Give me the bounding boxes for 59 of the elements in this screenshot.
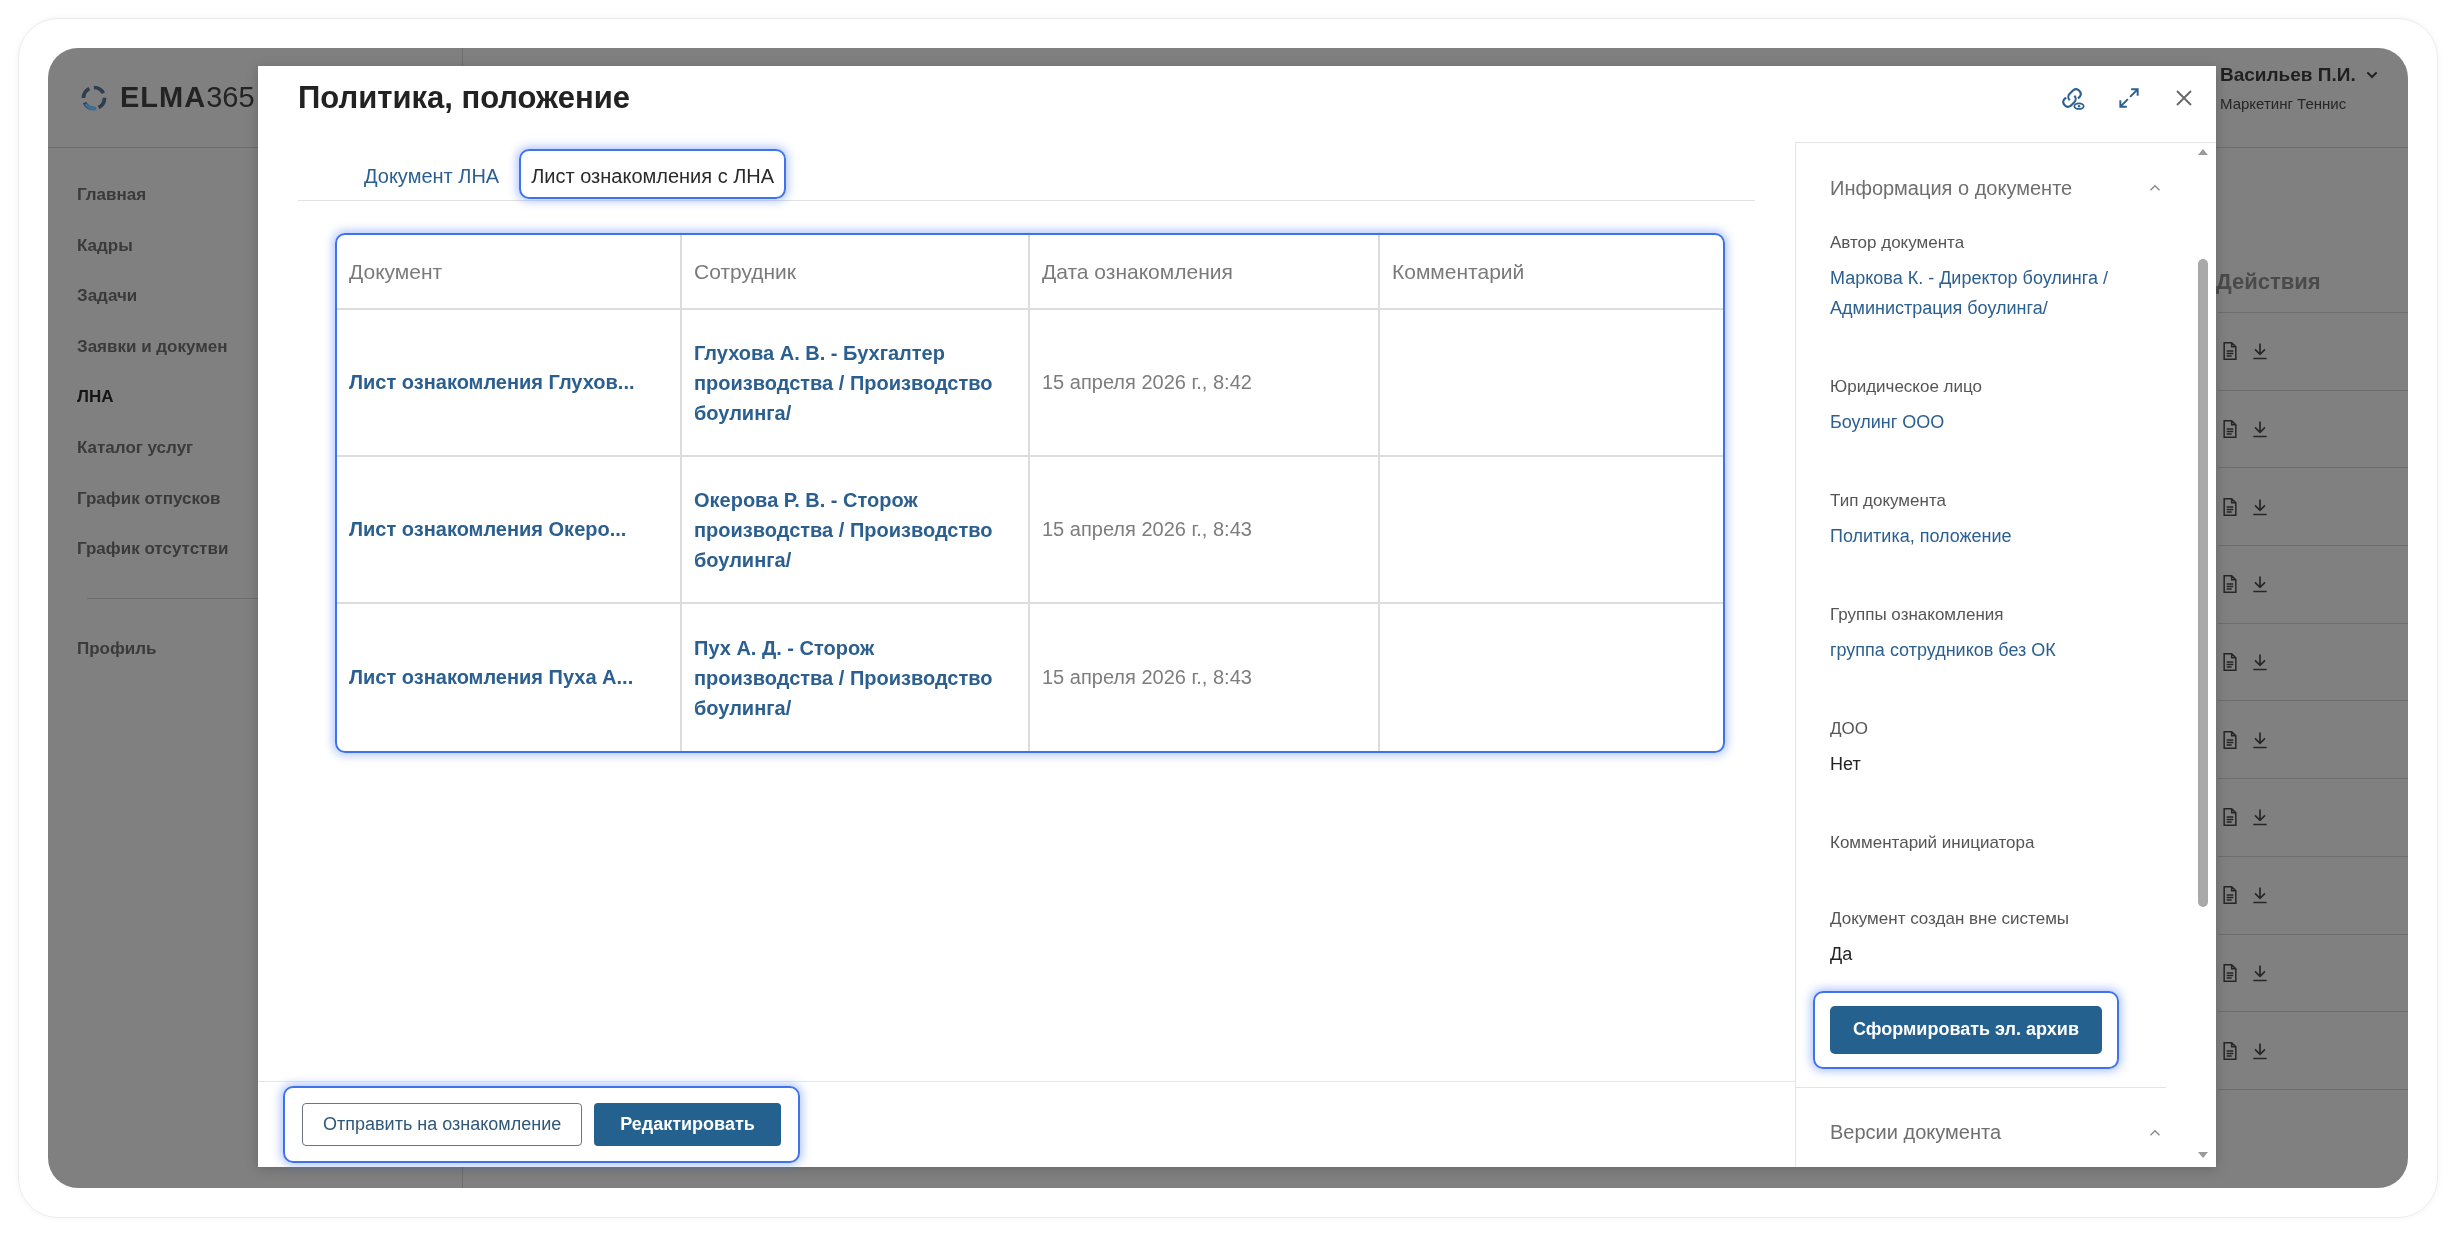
scrollbar-thumb[interactable] — [2198, 259, 2208, 907]
column-header[interactable]: Дата ознакомления — [1042, 259, 1233, 284]
employee-link[interactable]: Глухова А. В. - Бухгалтер производства / Производство боулинга/ — [694, 337, 994, 428]
nav-item[interactable]: Заявки и докумен — [77, 321, 228, 373]
section-title[interactable]: Информация о документе — [1830, 176, 2073, 200]
document-icon[interactable] — [2220, 418, 2240, 441]
document-icon[interactable] — [2220, 651, 2240, 674]
employee-link[interactable]: Пух А. Д. - Сторож производства / Производство боулинга/ — [694, 632, 994, 723]
field-label: ДОО — [1830, 718, 1869, 740]
column-header[interactable]: Сотрудник — [694, 259, 797, 284]
nav-item[interactable]: Кадры — [77, 220, 133, 272]
field-link[interactable]: Маркова К. - Директор боулинга / Администрация боулинга/ — [1830, 263, 2150, 323]
logo-icon — [80, 83, 108, 112]
document-icon[interactable] — [2220, 573, 2240, 596]
document-icon[interactable] — [2220, 340, 2240, 363]
nav-item[interactable]: График отсутстви — [77, 524, 229, 575]
field-label: Юридическое лицо — [1830, 376, 1984, 398]
archive-button[interactable]: Сформировать эл. архив — [1830, 1005, 2102, 1054]
document-icon[interactable] — [2220, 961, 2240, 984]
field-value: Да — [1830, 943, 1854, 966]
edit-button[interactable]: Редактировать — [594, 1103, 781, 1146]
send-button[interactable]: Отправить на ознакомление — [302, 1103, 583, 1146]
date-text: 15 апреля 2026 г., 8:43 — [1042, 518, 1252, 541]
nav-item[interactable]: Главная — [77, 170, 147, 221]
document-icon[interactable] — [2220, 495, 2240, 518]
user-department: Маркетинг Теннис — [2220, 95, 2348, 112]
document-link[interactable]: Лист ознакомления Пуха А... — [349, 666, 634, 689]
field-link[interactable]: группа сотрудников без ОК — [1830, 635, 2150, 665]
document-icon[interactable] — [2220, 1039, 2240, 1062]
logo-text: ELMA365 — [120, 81, 255, 114]
tab[interactable]: Лист ознакомления с ЛНА — [519, 149, 787, 199]
expand-icon[interactable] — [2116, 85, 2142, 111]
nav-item[interactable]: Профиль — [77, 623, 157, 675]
document-icon[interactable] — [2220, 728, 2240, 751]
document-icon[interactable] — [2220, 884, 2240, 907]
nav-item[interactable]: Каталог услуг — [77, 422, 194, 474]
modal-title: Политика, положение — [298, 80, 630, 116]
field-label: Комментарий инициатора — [1830, 832, 2036, 854]
document-link[interactable]: Лист ознакомления Глухов... — [349, 371, 635, 394]
document-link[interactable]: Лист ознакомления Океро... — [349, 518, 627, 541]
nav-item[interactable]: График отпусков — [77, 473, 221, 525]
tab[interactable]: Документ ЛНА — [352, 149, 512, 199]
column-header[interactable]: Комментарий — [1392, 259, 1525, 284]
user-name[interactable]: Васильев П.И. — [2220, 64, 2356, 86]
field-label: Тип документа — [1830, 490, 1947, 512]
field-value: Нет — [1830, 753, 1862, 776]
employee-link[interactable]: Окерова Р. В. - Сторож производства / Производство боулинга/ — [694, 484, 994, 575]
field-label: Документ создан вне системы — [1830, 908, 2071, 930]
document-icon[interactable] — [2220, 806, 2240, 829]
date-text: 15 апреля 2026 г., 8:43 — [1042, 666, 1252, 689]
field-label: Автор документа — [1830, 232, 1966, 254]
section-title[interactable]: Версии документа — [1830, 1121, 2001, 1144]
nav-item[interactable]: Задачи — [77, 271, 138, 322]
field-label: Группы ознакомления — [1830, 604, 2005, 626]
date-text: 15 апреля 2026 г., 8:42 — [1042, 371, 1252, 394]
field-link[interactable]: Политика, положение — [1830, 521, 2150, 551]
nav-item[interactable]: ЛНА — [77, 372, 114, 423]
field-link[interactable]: Боулинг ООО — [1830, 407, 2150, 437]
column-header[interactable]: Документ — [349, 259, 443, 284]
